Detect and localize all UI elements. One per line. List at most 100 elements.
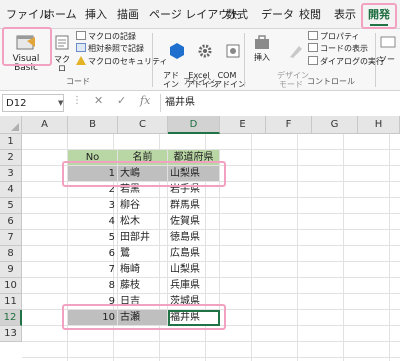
table-header-prefecture[interactable]: 都道府県 bbox=[168, 150, 220, 166]
row-header-3[interactable]: 3 bbox=[0, 166, 22, 182]
table-cell-no[interactable]: 7 bbox=[68, 262, 118, 278]
record-macro-button[interactable]: マクロの記録 bbox=[76, 31, 136, 43]
source-icon bbox=[380, 35, 396, 51]
tab-view[interactable]: 表示 bbox=[334, 0, 356, 28]
table-cell-name[interactable]: 松木 bbox=[118, 214, 168, 230]
design-mode-label: デザイン モード bbox=[277, 71, 309, 89]
chevron-down-icon[interactable]: ▼ bbox=[58, 99, 63, 107]
table-cell-name[interactable]: 梅崎 bbox=[118, 262, 168, 278]
table-cell-name[interactable]: 大嶋 bbox=[118, 166, 168, 182]
row-header-4[interactable]: 4 bbox=[0, 182, 22, 198]
group-separator bbox=[375, 33, 376, 87]
table-cell-no[interactable]: 10 bbox=[68, 310, 118, 326]
com-addin-label: COM アドイン bbox=[214, 71, 246, 89]
column-header-b[interactable]: B bbox=[68, 116, 118, 134]
tab-data[interactable]: データ bbox=[261, 0, 294, 28]
properties-icon bbox=[308, 31, 318, 40]
table-cell-pref[interactable]: 兵庫県 bbox=[168, 278, 220, 294]
properties-button[interactable]: プロパティ bbox=[308, 31, 360, 43]
table-cell-name[interactable]: 日吉 bbox=[118, 294, 168, 310]
source-label: ソー bbox=[379, 55, 395, 64]
row-header-1[interactable]: 1 bbox=[0, 134, 22, 150]
row-header-10[interactable]: 10 bbox=[0, 278, 22, 294]
formula-input[interactable]: 福井県 bbox=[160, 94, 400, 112]
table-cell-pref[interactable]: 徳島県 bbox=[168, 230, 220, 246]
table-cell-pref[interactable]: 佐賀県 bbox=[168, 214, 220, 230]
visual-basic-label: Visual Basic bbox=[12, 54, 40, 73]
table-cell-name[interactable]: 若黒 bbox=[118, 182, 168, 198]
gear-icon bbox=[198, 44, 212, 58]
table-cell-no[interactable]: 9 bbox=[68, 294, 118, 310]
row-header-13[interactable]: 13 bbox=[0, 326, 22, 342]
row-header-6[interactable]: 6 bbox=[0, 214, 22, 230]
visual-basic-icon bbox=[16, 35, 35, 50]
table-cell-name[interactable]: 鷺 bbox=[118, 246, 168, 262]
column-header-c[interactable]: C bbox=[118, 116, 168, 134]
addin-icon bbox=[170, 43, 185, 59]
table-cell-pref[interactable]: 山梨県 bbox=[168, 262, 220, 278]
table-cell-no[interactable]: 8 bbox=[68, 278, 118, 294]
column-header-e[interactable]: E bbox=[220, 116, 266, 134]
run-dialog-button[interactable]: ダイアログの実行 bbox=[308, 56, 384, 68]
table-cell-name[interactable]: 田部井 bbox=[118, 230, 168, 246]
source-button[interactable]: ソー bbox=[379, 55, 399, 64]
group-separator bbox=[244, 33, 245, 87]
column-header-f[interactable]: F bbox=[266, 116, 312, 134]
table-cell-pref[interactable]: 岩手県 bbox=[168, 182, 220, 198]
controls-group-label: コントロール bbox=[307, 77, 355, 86]
row-header-11[interactable]: 11 bbox=[0, 294, 22, 310]
insert-control-button[interactable]: 挿入 bbox=[250, 33, 274, 62]
active-cell[interactable]: 福井県 bbox=[168, 310, 220, 326]
macro-icon bbox=[55, 35, 69, 50]
tab-insert[interactable]: 挿入 bbox=[85, 0, 107, 28]
check-icon[interactable]: ✓ bbox=[117, 94, 126, 107]
row-header-7[interactable]: 7 bbox=[0, 230, 22, 246]
table-cell-name[interactable]: 藤枝 bbox=[118, 278, 168, 294]
macro-button[interactable]: マクロ bbox=[51, 33, 73, 73]
relative-reference-icon bbox=[76, 43, 86, 52]
table-cell-no[interactable]: 4 bbox=[68, 214, 118, 230]
table-cell-name[interactable]: 古瀬 bbox=[118, 310, 168, 326]
view-code-icon bbox=[308, 43, 318, 52]
fx-icon[interactable]: fx bbox=[140, 94, 150, 107]
name-box[interactable]: D12 bbox=[2, 94, 64, 112]
tab-developer[interactable]: 開発 bbox=[368, 0, 390, 28]
table-cell-no[interactable]: 2 bbox=[68, 182, 118, 198]
table-cell-no[interactable]: 5 bbox=[68, 230, 118, 246]
select-all-button[interactable] bbox=[0, 116, 22, 134]
table-header-name[interactable]: 名前 bbox=[118, 150, 168, 166]
table-cell-pref[interactable]: 茨城県 bbox=[168, 294, 220, 310]
table-cell-pref[interactable]: 山梨県 bbox=[168, 166, 220, 182]
run-dialog-icon bbox=[308, 56, 318, 65]
table-header-no[interactable]: No bbox=[68, 150, 118, 166]
tab-home[interactable]: ホーム bbox=[44, 0, 77, 28]
row-header-2[interactable]: 2 bbox=[0, 150, 22, 166]
table-cell-no[interactable]: 3 bbox=[68, 198, 118, 214]
tab-review[interactable]: 校閲 bbox=[299, 0, 321, 28]
warning-icon bbox=[76, 56, 86, 65]
relative-reference-button[interactable]: 相対参照で記録 bbox=[76, 43, 144, 55]
column-header-a[interactable]: A bbox=[22, 116, 68, 134]
design-mode-icon bbox=[290, 46, 303, 58]
row-header-12[interactable]: 12 bbox=[0, 310, 22, 326]
column-header-g[interactable]: G bbox=[312, 116, 358, 134]
tab-draw[interactable]: 描画 bbox=[117, 0, 139, 28]
visual-basic-button[interactable]: Visual Basic bbox=[3, 33, 49, 73]
tab-formulas[interactable]: 数式 bbox=[226, 0, 248, 28]
macro-security-button[interactable]: マクロのセキュリティ bbox=[76, 56, 168, 68]
table-cell-no[interactable]: 6 bbox=[68, 246, 118, 262]
row-header-9[interactable]: 9 bbox=[0, 262, 22, 278]
row-header-8[interactable]: 8 bbox=[0, 246, 22, 262]
column-header-h[interactable]: H bbox=[358, 116, 400, 134]
view-code-button[interactable]: コードの表示 bbox=[308, 43, 368, 55]
cancel-icon[interactable]: ✕ bbox=[94, 94, 103, 107]
row-header-5[interactable]: 5 bbox=[0, 198, 22, 214]
table-cell-pref[interactable]: 群馬県 bbox=[168, 198, 220, 214]
table-cell-name[interactable]: 柳谷 bbox=[118, 198, 168, 214]
group-separator bbox=[152, 33, 153, 87]
column-header-d[interactable]: D bbox=[168, 116, 220, 134]
table-cell-pref[interactable]: 広島県 bbox=[168, 246, 220, 262]
ribbon-tabs: ファイル ホーム 挿入 描画 ページ レイアウト 数式 データ 校閲 表示 開発 bbox=[0, 0, 400, 29]
record-icon bbox=[76, 31, 86, 40]
table-cell-no[interactable]: 1 bbox=[68, 166, 118, 182]
